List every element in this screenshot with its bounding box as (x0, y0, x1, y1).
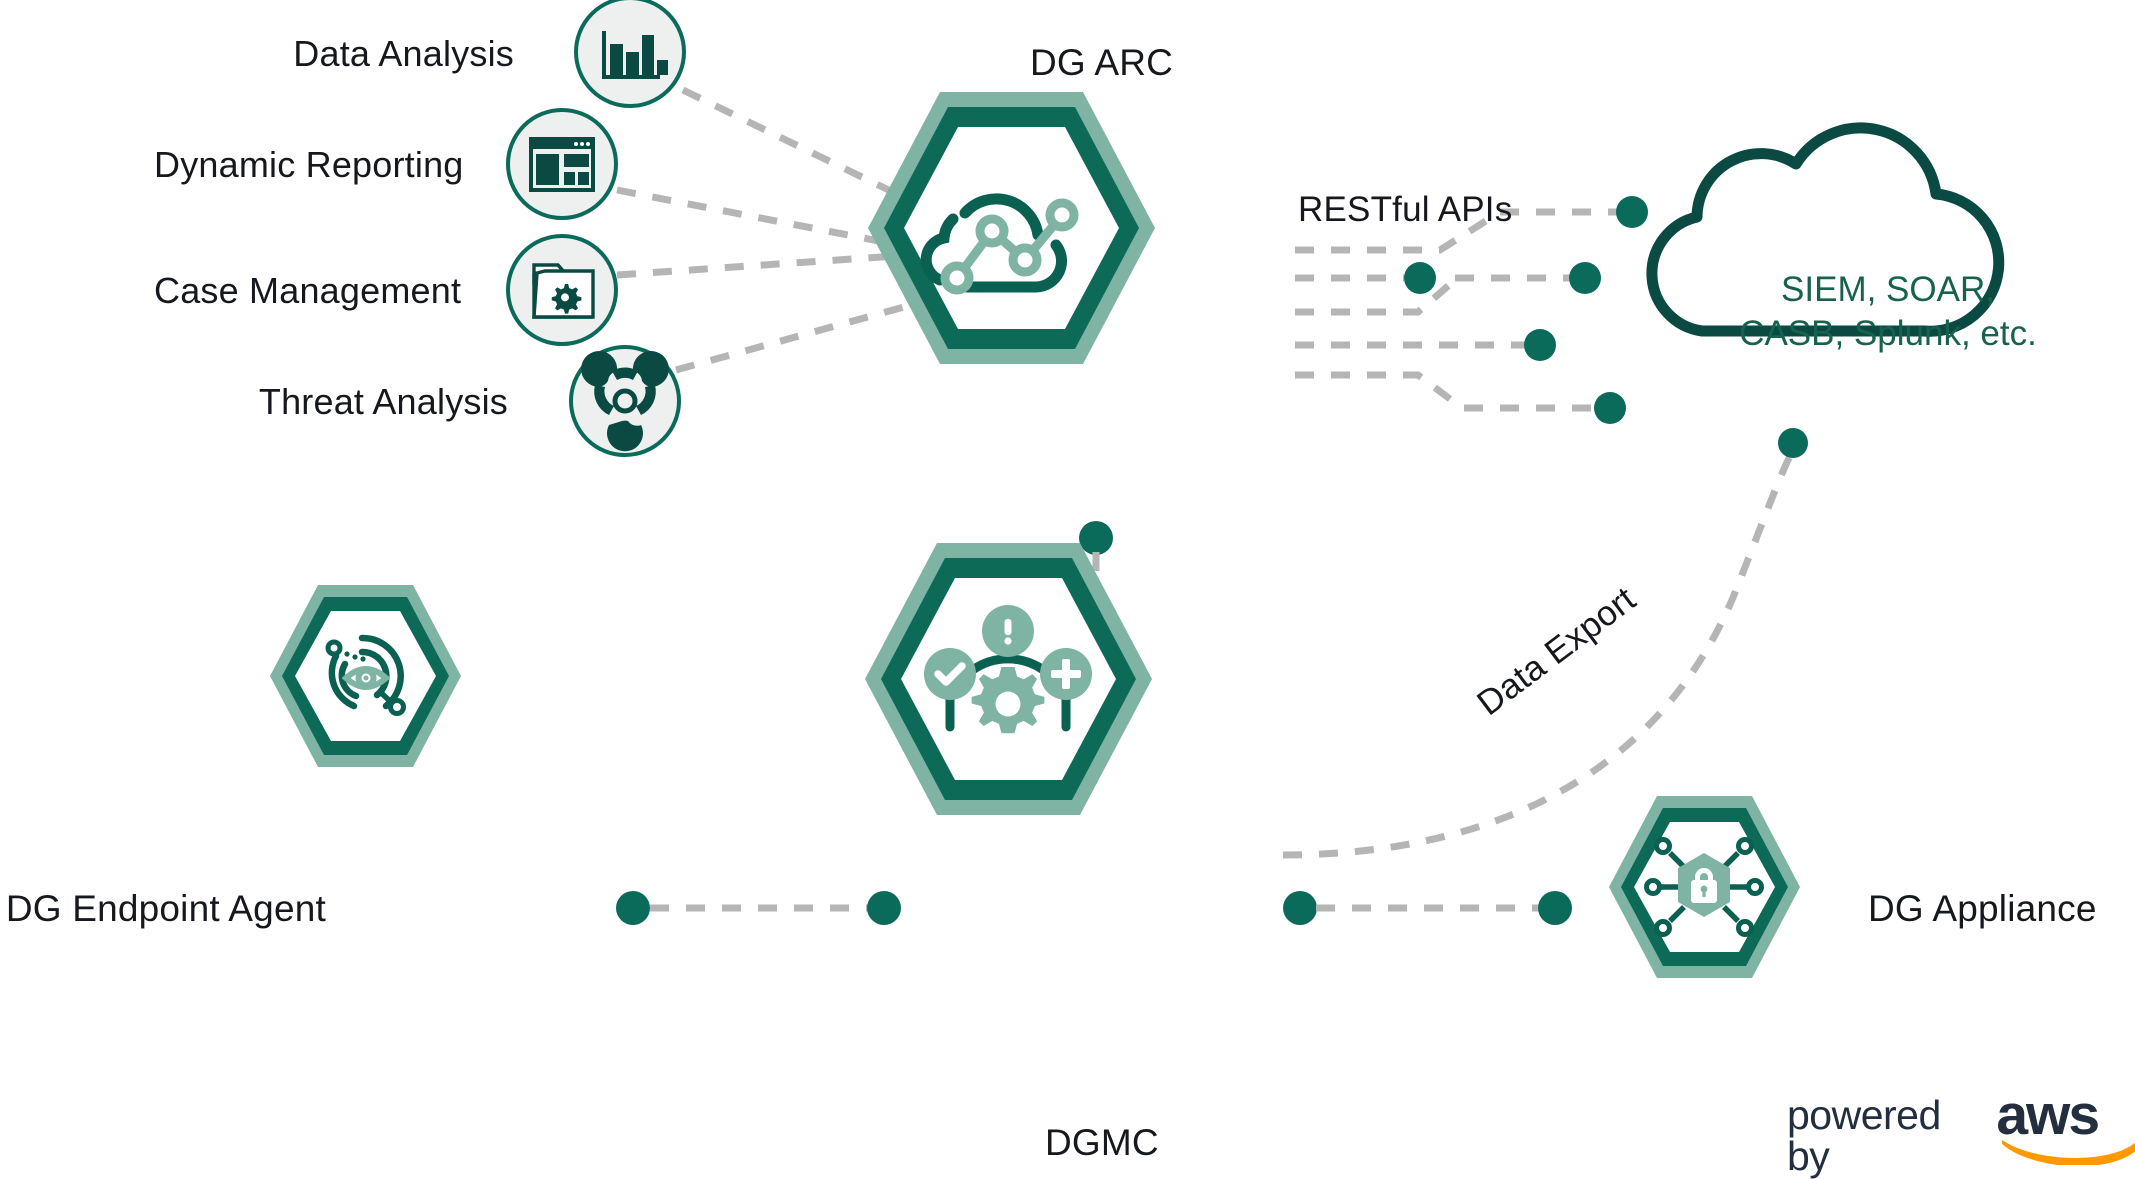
hexagon-dg-appliance (1609, 796, 1800, 978)
hexagon-dg-endpoint-agent (270, 585, 461, 767)
feature-label-case-management: Case Management (154, 270, 462, 311)
cloud-label: SIEM, SOAR, CASB, Splunk, etc. (1692, 268, 2084, 356)
aws-logo: aws (1996, 1087, 2135, 1165)
cloud-label-line2: CASB, Splunk, etc. (1739, 314, 2037, 354)
node-label-dg-endpoint-agent: DG Endpoint Agent (5, 888, 326, 929)
node-label-dg-arc: DG ARC (1030, 42, 1174, 83)
api-dot-4 (1524, 329, 1556, 361)
data-export-dot (1778, 428, 1808, 458)
powered-by-text: powered by (1787, 1092, 1941, 1179)
restful-apis-label: RESTful APIs (1298, 190, 1513, 229)
node-label-dg-appliance: DG Appliance (1868, 888, 2097, 929)
api-line-5 (1295, 371, 1592, 412)
appliance-dot-right (1538, 891, 1572, 925)
feature-label-threat-analysis: Threat Analysis (258, 381, 508, 422)
endpoint-dot-right (867, 891, 901, 925)
connector-endpoint-dgmc (616, 891, 901, 925)
feature-circle-dynamic-reporting (506, 108, 618, 220)
restful-api-connectors (1295, 196, 1648, 424)
api-dot-5 (1594, 392, 1626, 424)
api-dot-2a (1404, 262, 1436, 294)
feature-label-data-analysis: Data Analysis (293, 33, 514, 74)
api-dot-2b (1569, 262, 1601, 294)
connector-threat-analysis (675, 293, 941, 374)
arc-dgmc-dot-top (1079, 521, 1113, 555)
api-dot-1 (1616, 196, 1648, 228)
endpoint-dot-left (616, 891, 650, 925)
aws-smile-icon (2002, 1140, 2135, 1165)
diagram-canvas: .hexOuter { fill: #7fb3a3; } .hexInner {… (0, 0, 2135, 1177)
connector-dgmc-appliance (1283, 891, 1572, 925)
feature-circle-data-analysis (574, 0, 686, 108)
appliance-dot-left (1283, 891, 1317, 925)
hexagon-dgmc (865, 543, 1152, 815)
node-label-dgmc: DGMC (1045, 1122, 1159, 1163)
powered-by-aws-badge: powered by aws (1787, 1087, 2135, 1177)
feature-circle-threat-analysis (569, 345, 681, 457)
cloud-label-line1: SIEM, SOAR, (1781, 270, 1995, 309)
hexagon-dg-arc (868, 92, 1155, 364)
feature-label-dynamic-reporting: Dynamic Reporting (154, 144, 464, 185)
